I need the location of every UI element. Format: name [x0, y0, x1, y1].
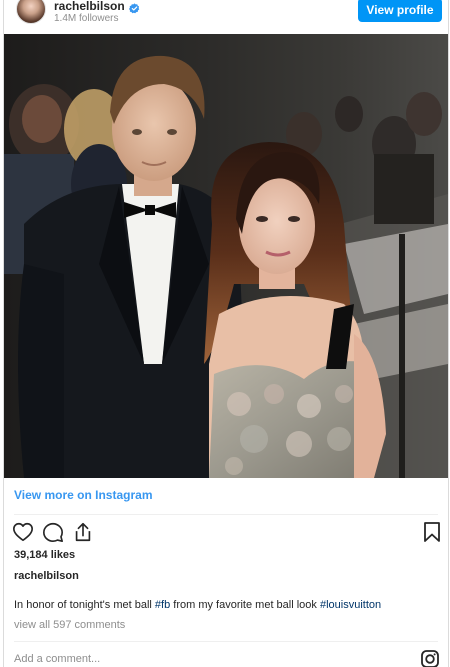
divider	[14, 641, 438, 642]
hashtag-louisvuitton[interactable]: #louisvuitton	[320, 599, 381, 611]
post-caption: In honor of tonight's met ball #fb from …	[14, 599, 381, 611]
like-count[interactable]: 39,184 likes	[14, 549, 75, 561]
profile-avatar[interactable]	[16, 0, 46, 24]
comment-input[interactable]	[14, 650, 394, 667]
hashtag-fb[interactable]: #fb	[155, 599, 170, 611]
caption-text: from my favorite met ball look	[170, 599, 320, 611]
caption-text: In honor of tonight's met ball	[14, 599, 155, 611]
instagram-glyph-icon[interactable]	[421, 650, 439, 667]
divider	[14, 514, 438, 515]
bookmark-icon[interactable]	[422, 521, 442, 543]
username-row: rachelbilson	[54, 0, 140, 13]
post-header: rachelbilson 1.4M followers View profile	[4, 0, 448, 34]
action-bar	[12, 521, 94, 543]
post-photo[interactable]	[4, 34, 448, 478]
follower-count: 1.4M followers	[54, 13, 119, 24]
view-profile-button[interactable]: View profile	[358, 0, 442, 22]
verified-badge-icon	[128, 1, 140, 13]
instagram-embed: rachelbilson 1.4M followers View profile	[3, 0, 449, 667]
view-more-link[interactable]: View more on Instagram	[14, 488, 153, 502]
username[interactable]: rachelbilson	[54, 0, 125, 13]
share-icon[interactable]	[72, 521, 94, 543]
heart-icon[interactable]	[12, 521, 34, 543]
comment-icon[interactable]	[42, 521, 64, 543]
caption-username[interactable]: rachelbilson	[14, 570, 79, 582]
post-photo-image	[4, 34, 448, 478]
view-comments-link[interactable]: view all 597 comments	[14, 619, 125, 631]
